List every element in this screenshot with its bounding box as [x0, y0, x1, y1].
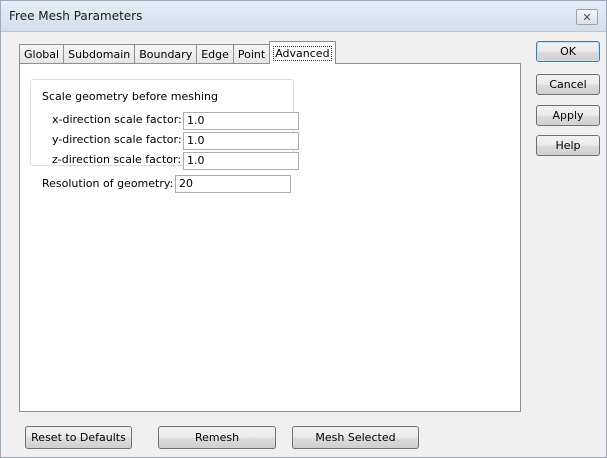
tab-global[interactable]: Global [19, 44, 65, 64]
close-button[interactable]: ✕ [576, 9, 598, 25]
tab-advanced[interactable]: Advanced [269, 41, 336, 64]
x-scale-label: x-direction scale factor: [52, 113, 182, 126]
tab-label: Boundary [139, 48, 193, 61]
scale-geometry-group: Scale geometry before meshing x-directio… [30, 79, 299, 170]
resolution-label: Resolution of geometry: [42, 177, 174, 190]
scale-group-title: Scale geometry before meshing [42, 90, 218, 103]
remesh-button[interactable]: Remesh [158, 426, 276, 449]
y-scale-label: y-direction scale factor: [52, 133, 182, 146]
tab-label: Advanced [273, 45, 332, 61]
advanced-tab-panel: Scale geometry before meshing x-directio… [19, 63, 521, 412]
tab-subdomain[interactable]: Subdomain [63, 44, 136, 64]
reset-to-defaults-button[interactable]: Reset to Defaults [25, 426, 132, 449]
tab-label: Subdomain [68, 48, 131, 61]
tab-label: Edge [201, 48, 229, 61]
help-button[interactable]: Help [536, 135, 600, 156]
window-title: Free Mesh Parameters [9, 9, 143, 23]
dialog-content: Global Subdomain Boundary Edge Point Adv… [1, 32, 606, 457]
apply-button[interactable]: Apply [536, 105, 600, 126]
z-scale-label: z-direction scale factor: [52, 153, 182, 166]
close-icon: ✕ [582, 10, 592, 24]
y-scale-input[interactable]: 1.0 [183, 132, 299, 150]
z-scale-input[interactable]: 1.0 [183, 152, 299, 170]
cancel-button[interactable]: Cancel [536, 74, 600, 95]
tab-strip: Global Subdomain Boundary Edge Point Adv… [19, 41, 336, 64]
tab-label: Global [24, 48, 60, 61]
mesh-selected-button[interactable]: Mesh Selected [292, 426, 419, 449]
tab-point[interactable]: Point [232, 44, 271, 64]
title-bar[interactable]: Free Mesh Parameters ✕ [1, 1, 606, 32]
ok-button[interactable]: OK [536, 41, 600, 62]
x-scale-input[interactable]: 1.0 [183, 112, 299, 130]
dialog-window: Free Mesh Parameters ✕ Global Subdomain … [0, 0, 607, 458]
tab-boundary[interactable]: Boundary [134, 44, 198, 64]
tab-edge[interactable]: Edge [196, 44, 234, 64]
resolution-input[interactable]: 20 [175, 175, 291, 193]
tab-label: Point [237, 48, 266, 61]
